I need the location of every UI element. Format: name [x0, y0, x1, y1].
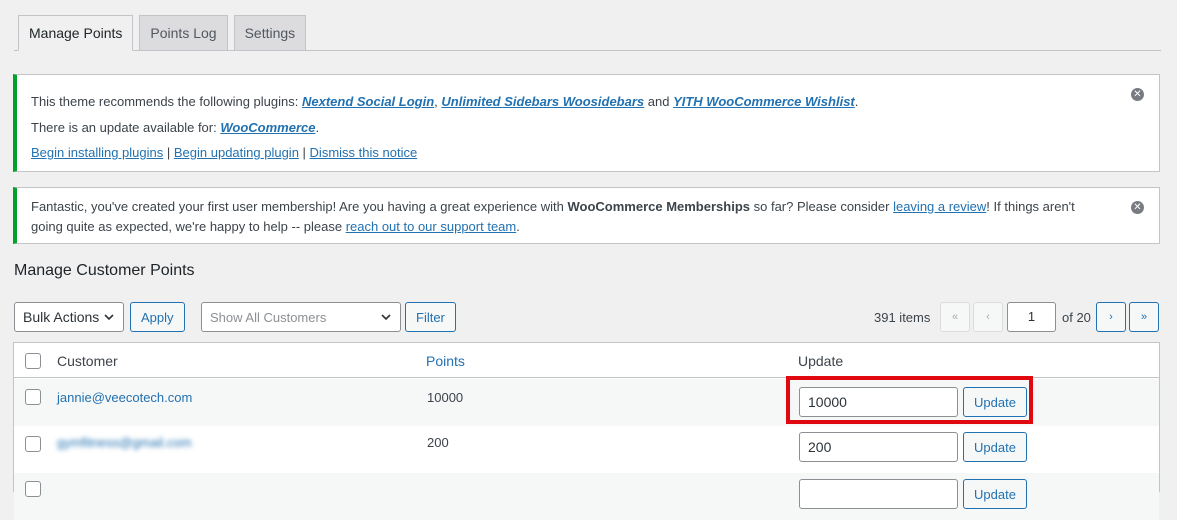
points-update-input[interactable]: 10000 — [799, 387, 958, 417]
notice-plugins-line: This theme recommends the following plug… — [31, 94, 859, 109]
points-value: 200 — [427, 435, 449, 450]
tab-manage-points[interactable]: Manage Points — [18, 15, 134, 51]
apply-button[interactable]: Apply — [130, 302, 185, 332]
plugin-recommendation-notice: This theme recommends the following plug… — [13, 74, 1160, 172]
link-yith-wishlist[interactable]: YITH WooCommerce Wishlist — [673, 94, 855, 109]
column-customer: Customer — [57, 353, 118, 369]
row-checkbox[interactable] — [25, 481, 41, 497]
membership-notice-text: Fantastic, you've created your first use… — [31, 199, 1075, 234]
notice-actions-line: Begin installing plugins | Begin updatin… — [31, 145, 418, 160]
page-title: Manage Customer Points — [14, 262, 195, 279]
nav-tabs: Manage Points Points Log Settings — [18, 15, 307, 51]
bulk-actions-select[interactable]: Bulk Actions — [14, 302, 124, 332]
table-row: gymfitness@gmail.com 200 200 Update — [14, 426, 1159, 473]
customer-filter-select[interactable]: Show All Customers — [201, 302, 401, 332]
items-count: 391 items — [874, 310, 931, 325]
select-all-checkbox[interactable] — [25, 353, 41, 369]
table-row: Update — [14, 473, 1159, 520]
customer-link[interactable]: jannie@veecotech.com — [57, 390, 192, 405]
first-page-button[interactable]: « — [940, 302, 970, 332]
points-update-input[interactable]: 200 — [799, 432, 958, 462]
table-header: Customer Points Update — [14, 343, 1159, 378]
current-page-input[interactable]: 1 — [1007, 302, 1056, 332]
update-points-button[interactable]: Update — [963, 387, 1027, 417]
chevron-down-icon — [104, 314, 114, 321]
membership-notice: Fantastic, you've created your first use… — [13, 187, 1160, 244]
chevron-down-icon — [381, 314, 391, 321]
link-nextend-social-login[interactable]: Nextend Social Login — [302, 94, 434, 109]
points-value: 10000 — [427, 390, 464, 405]
column-points-sortable[interactable]: Points — [426, 353, 465, 369]
tab-settings[interactable]: Settings — [233, 15, 307, 51]
dismiss-icon[interactable]: ✕ — [1131, 201, 1144, 214]
link-begin-installing[interactable]: Begin installing plugins — [31, 145, 163, 160]
link-woocommerce[interactable]: WooCommerce — [220, 120, 315, 135]
notice-update-line: There is an update available for: WooCom… — [31, 120, 320, 135]
link-leaving-review[interactable]: leaving a review — [893, 199, 986, 214]
link-dismiss-notice[interactable]: Dismiss this notice — [310, 145, 418, 160]
table-row: jannie@veecotech.com 10000 10000 Update — [14, 379, 1159, 426]
total-pages: of 20 — [1062, 310, 1091, 325]
last-page-button[interactable]: » — [1129, 302, 1159, 332]
column-update: Update — [798, 353, 844, 369]
tab-points-log[interactable]: Points Log — [139, 15, 228, 51]
customer-link[interactable]: gymfitness@gmail.com — [57, 435, 192, 450]
filter-button[interactable]: Filter — [405, 302, 456, 332]
link-begin-updating[interactable]: Begin updating plugin — [174, 145, 299, 160]
customer-points-table: Customer Points Update jannie@veecotech.… — [13, 342, 1160, 520]
next-page-button[interactable]: › — [1096, 302, 1126, 332]
prev-page-button[interactable]: ‹ — [973, 302, 1003, 332]
update-points-button[interactable]: Update — [963, 432, 1027, 462]
link-support-team[interactable]: reach out to our support team — [346, 219, 517, 234]
row-checkbox[interactable] — [25, 389, 41, 405]
dismiss-icon[interactable]: ✕ — [1131, 88, 1144, 101]
row-checkbox[interactable] — [25, 436, 41, 452]
link-unlimited-sidebars[interactable]: Unlimited Sidebars Woosidebars — [441, 94, 644, 109]
